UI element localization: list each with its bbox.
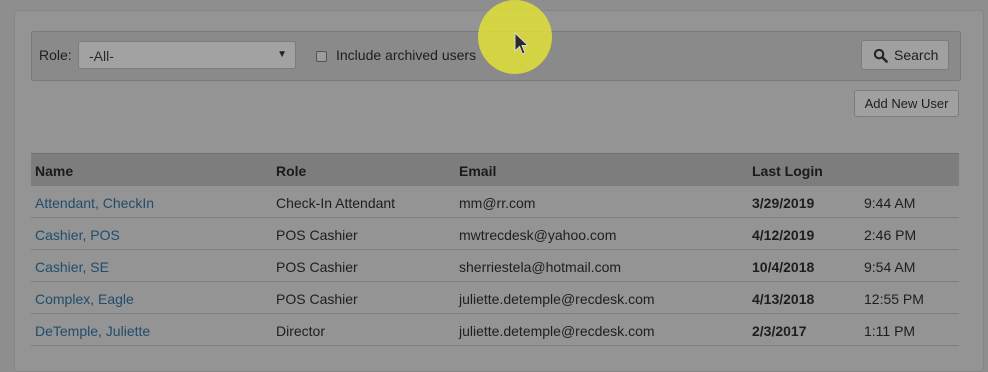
search-button[interactable]: Search [861,40,949,70]
user-role: POS Cashier [276,291,358,307]
user-role: Director [276,323,326,339]
table-row: Attendant, CheckIn Check-In Attendant mm… [31,186,959,218]
column-header-last-login[interactable]: Last Login [752,163,823,179]
user-email: juliette.detemple@recdesk.com [459,291,655,307]
user-email: mwtrecdesk@yahoo.com [459,227,617,243]
user-role: POS Cashier [276,227,358,243]
user-name-link[interactable]: DeTemple, Juliette [35,323,150,339]
user-name-link[interactable]: Cashier, SE [35,259,109,275]
include-archived-label[interactable]: Include archived users [336,47,476,63]
last-login-date: 4/13/2018 [752,291,815,307]
table-row: Complex, Eagle POS Cashier juliette.dete… [31,282,959,314]
user-email: sherriestela@hotmail.com [459,259,622,275]
last-login-date: 10/4/2018 [752,259,815,275]
add-new-user-button[interactable]: Add New User [854,90,959,117]
table-row: DeTemple, Juliette Director juliette.det… [31,314,959,346]
last-login-time: 2:46 PM [864,227,917,243]
user-name-link[interactable]: Cashier, POS [35,227,120,243]
include-archived-checkbox[interactable] [316,51,327,62]
user-name-link[interactable]: Complex, Eagle [35,291,134,307]
last-login-date: 3/29/2019 [752,195,815,211]
mouse-pointer-icon [514,32,530,55]
table-row: Cashier, POS POS Cashier mwtrecdesk@yaho… [31,218,959,250]
role-label: Role: [39,47,72,63]
users-table: Name Role Email Last Login Attendant, Ch… [31,153,959,346]
last-login-time: 1:11 PM [864,323,916,339]
user-role: POS Cashier [276,259,358,275]
last-login-date: 2/3/2017 [752,323,807,339]
user-email: juliette.detemple@recdesk.com [459,323,655,339]
last-login-time: 9:44 AM [864,195,916,211]
table-row: Cashier, SE POS Cashier sherriestela@hot… [31,250,959,282]
role-select[interactable]: -All- ▼ [78,41,296,69]
table-header: Name Role Email Last Login [31,153,959,186]
user-role: Check-In Attendant [276,195,396,211]
search-icon [873,48,888,63]
column-header-role[interactable]: Role [276,163,306,179]
chevron-down-icon: ▼ [277,49,287,60]
last-login-date: 4/12/2019 [752,227,815,243]
last-login-time: 12:55 PM [864,291,924,307]
user-name-link[interactable]: Attendant, CheckIn [35,195,154,211]
user-email: mm@rr.com [459,195,536,211]
search-button-label: Search [894,47,939,63]
role-select-value: -All- [89,48,114,64]
add-new-user-label: Add New User [864,96,949,111]
last-login-time: 9:54 AM [864,259,916,275]
column-header-email[interactable]: Email [459,163,496,179]
column-header-name[interactable]: Name [35,163,73,179]
